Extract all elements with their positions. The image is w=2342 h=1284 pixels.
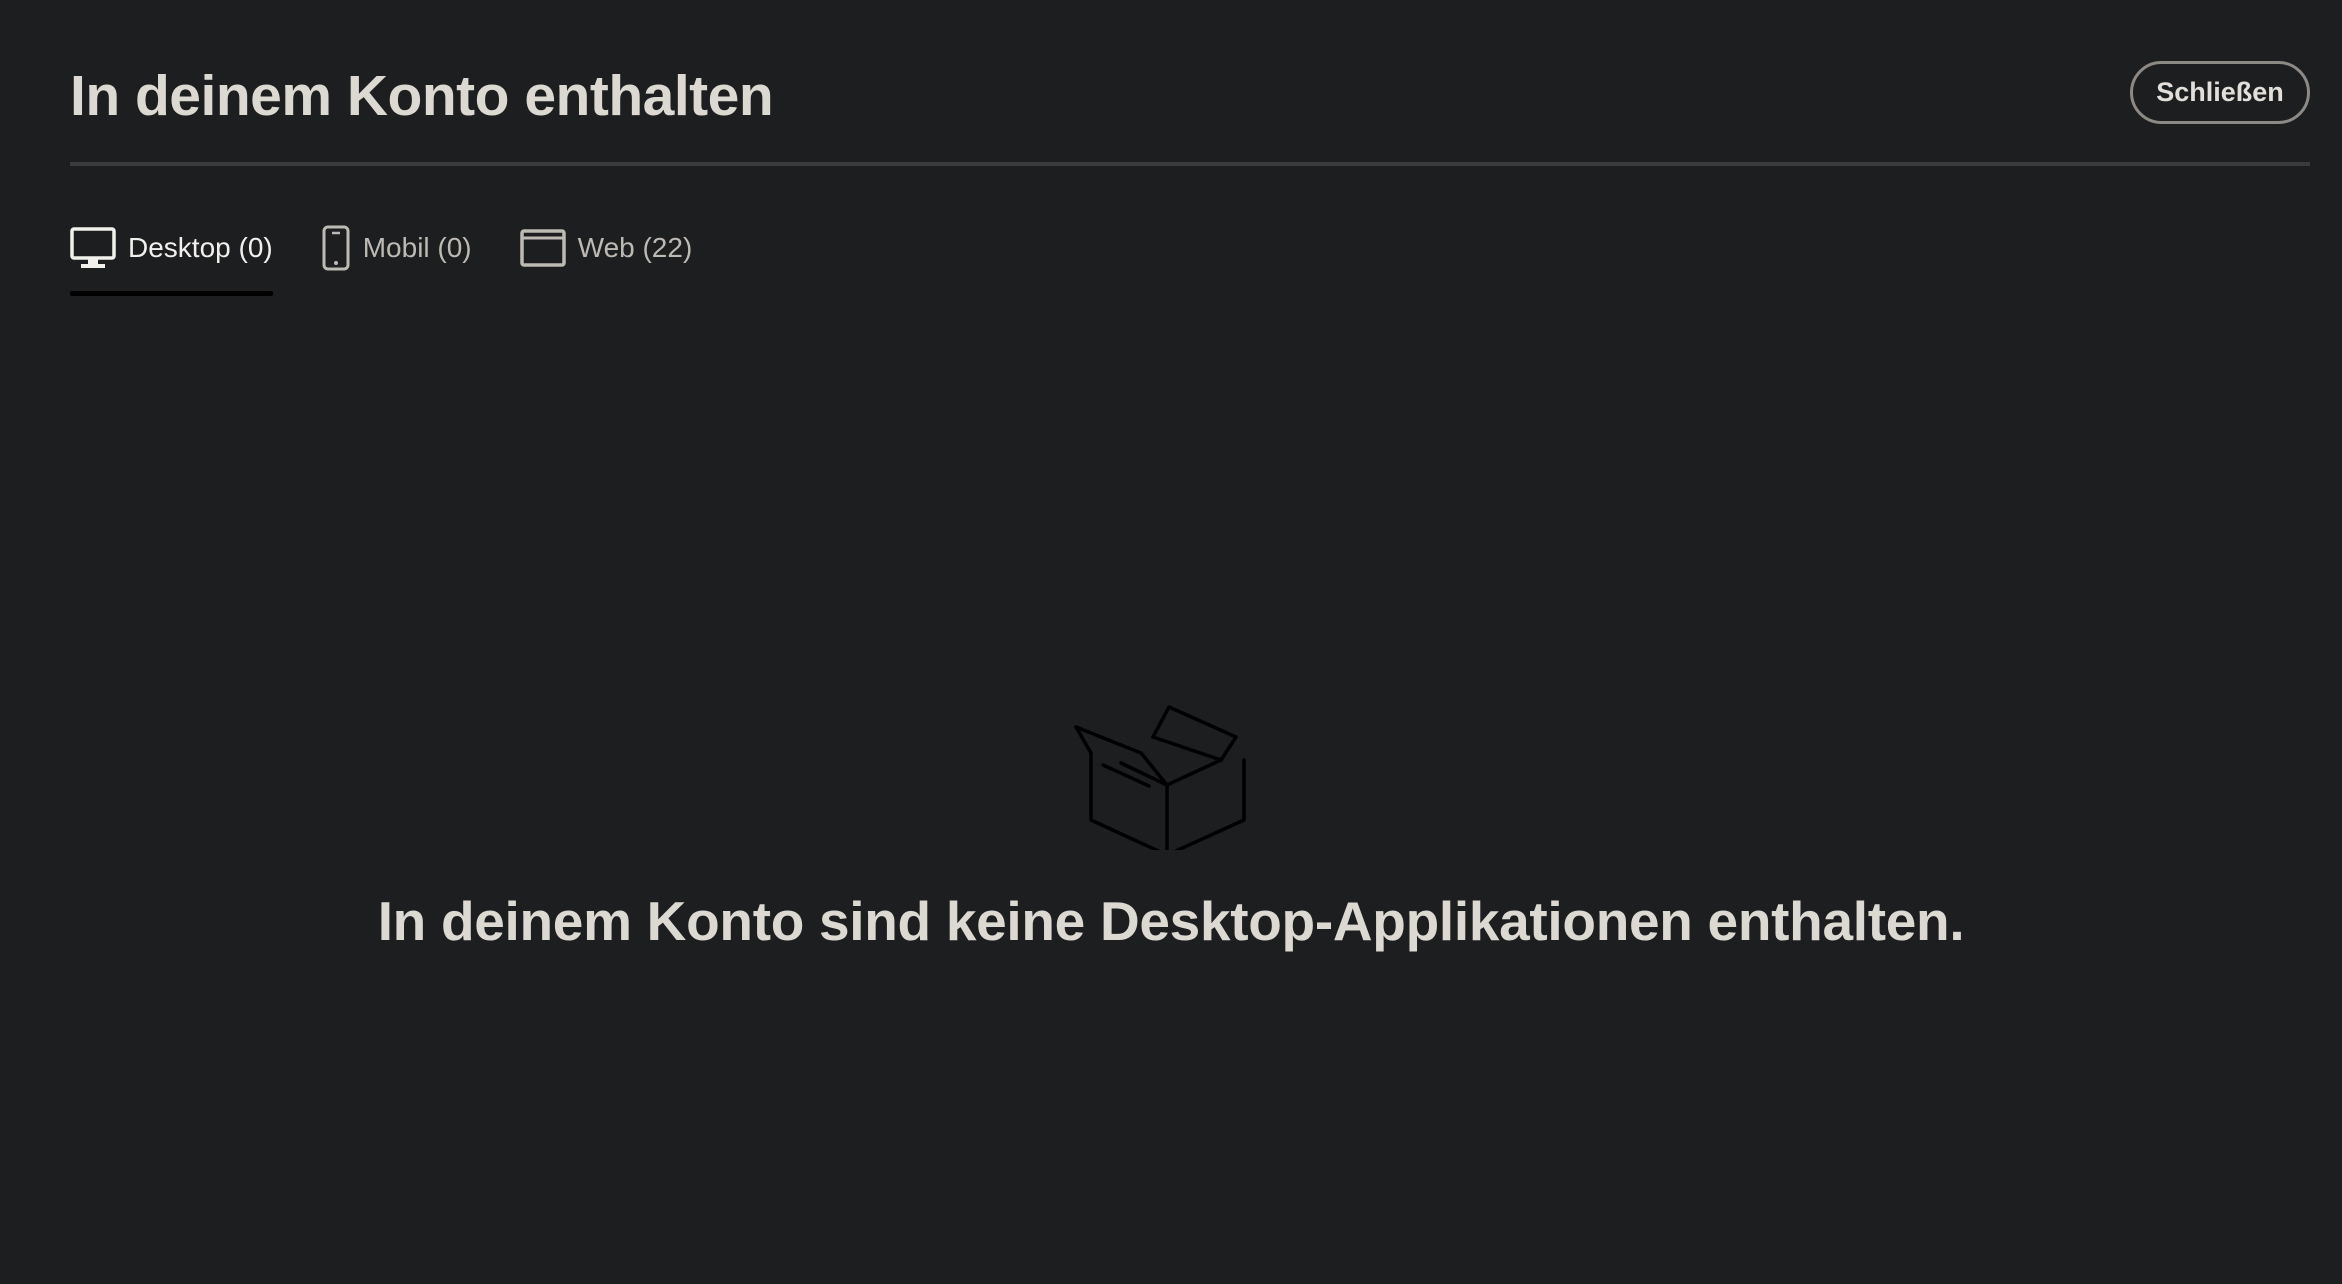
open-box-icon	[1071, 690, 1271, 857]
mobile-icon	[321, 225, 351, 271]
tab-mobile[interactable]: Mobil (0)	[321, 210, 472, 286]
tab-mobile-label: Mobil (0)	[362, 232, 472, 263]
desktop-icon	[70, 227, 116, 269]
close-button[interactable]: Schließen	[2130, 61, 2310, 124]
platform-tabs: Desktop (0) Mobil (0) Web (22)	[70, 210, 740, 298]
page-title: In deinem Konto enthalten	[70, 64, 774, 128]
empty-state: In deinem Konto sind keine Desktop-Appli…	[0, 690, 2342, 953]
tab-web-label: Web (22)	[577, 232, 693, 263]
empty-state-message: In deinem Konto sind keine Desktop-Appli…	[377, 890, 1965, 952]
tab-desktop-label: Desktop (0)	[128, 232, 273, 263]
included-in-account-page: In deinem Konto enthalten Schließen Desk…	[0, 0, 2342, 1284]
page-header: In deinem Konto enthalten Schließen	[70, 0, 2310, 166]
tab-desktop[interactable]: Desktop (0)	[70, 210, 273, 296]
tab-web[interactable]: Web (22)	[519, 210, 693, 286]
web-icon	[519, 229, 566, 267]
